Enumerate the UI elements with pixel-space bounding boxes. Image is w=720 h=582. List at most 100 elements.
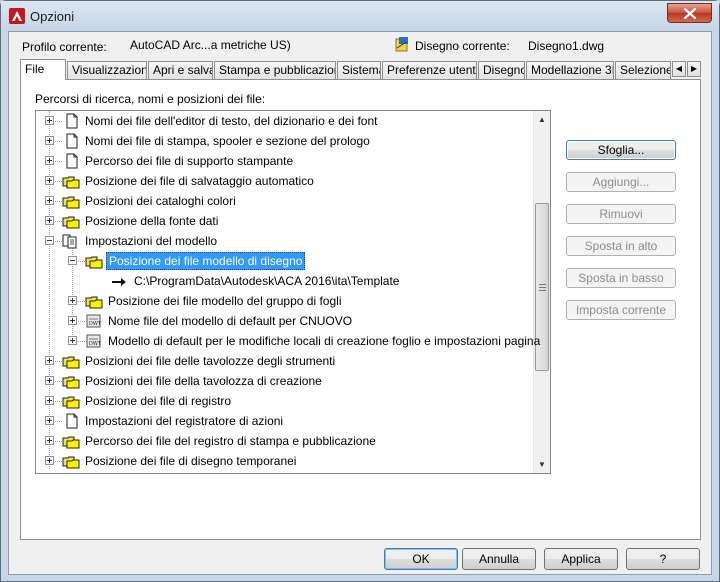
collapse-icon[interactable] [68, 256, 77, 265]
apply-button[interactable]: Applica [544, 548, 618, 570]
add-button[interactable]: Aggiungi... [566, 172, 676, 192]
tab-visualizzazione[interactable]: Visualizzazione [67, 61, 147, 79]
dwt-file-icon: DWT [85, 333, 103, 349]
tree-item-label: Posizione dei file di salvataggio automa… [85, 174, 314, 188]
expand-icon[interactable] [45, 436, 54, 445]
document-icon [62, 113, 80, 129]
tree-item[interactable]: Posizione dei file di registro [36, 391, 534, 411]
expand-icon[interactable] [45, 136, 54, 145]
tree-item[interactable]: Nomi dei file di stampa, spooler e sezio… [36, 131, 534, 151]
tree-item[interactable]: Impostazioni del modello [36, 231, 534, 251]
tab-scroll-right-button[interactable]: ▶ [687, 61, 701, 77]
tab-selezione[interactable]: Selezione [615, 61, 671, 79]
tree-item[interactable]: Posizione dei file di salvataggio automa… [36, 171, 534, 191]
tree-item[interactable]: Impostazioni del registratore di azioni [36, 411, 534, 431]
tree-item[interactable]: Posizioni dei file delle tavolozze degli… [36, 351, 534, 371]
tree-item-label: C:\ProgramData\Autodesk\ACA 2016\ita\Tem… [134, 274, 400, 288]
tree-item-label: Posizioni dei file della tavolozza di cr… [85, 374, 322, 388]
tree-item[interactable]: Nomi dei file dell'editor di testo, del … [36, 111, 534, 131]
expand-icon[interactable] [45, 176, 54, 185]
expand-icon[interactable] [68, 336, 77, 345]
tree-item[interactable]: Percorso dei file del registro di stampa… [36, 431, 534, 451]
expand-icon[interactable] [68, 316, 77, 325]
remove-button[interactable]: Rimuovi [566, 204, 676, 224]
grip-icon [539, 284, 546, 291]
expand-icon[interactable] [45, 216, 54, 225]
path-arrow-icon [111, 273, 129, 289]
tab-scroll-left-button[interactable]: ◀ [672, 61, 686, 77]
tab-file[interactable]: File [20, 59, 66, 80]
tree-item-selected[interactable]: Posizione dei file modello di disegno [36, 251, 534, 271]
tree-connector [55, 121, 62, 122]
template-settings-icon [62, 233, 80, 249]
close-button[interactable] [667, 3, 712, 23]
tree-connector [78, 301, 85, 302]
tree-item-label: Posizioni dei file delle tavolozze degli… [85, 354, 336, 368]
expand-icon[interactable] [45, 196, 54, 205]
tab-stampa-e-pubblicazione[interactable]: Stampa e pubblicazione [214, 61, 336, 79]
close-icon [683, 7, 696, 19]
search-paths-tree[interactable]: ▲ ▼ Nomi dei file dell'editor di testo, … [35, 110, 551, 474]
current-profile-label: Profilo corrente: [22, 40, 107, 54]
move-down-button[interactable]: Sposta in basso [566, 268, 676, 288]
expand-icon[interactable] [45, 396, 54, 405]
document-icon [62, 133, 80, 149]
expand-icon[interactable] [45, 456, 54, 465]
help-button[interactable]: ? [626, 548, 700, 570]
search-paths-heading: Percorsi di ricerca, nomi e posizioni de… [35, 92, 266, 106]
title-bar[interactable]: Opzioni [1, 1, 719, 31]
tree-item-label: Percorso dei file di supporto stampante [85, 154, 294, 168]
tree-item[interactable]: Posizioni dei cataloghi colori [36, 191, 534, 211]
folders-icon [62, 373, 80, 389]
tab-modellazione-3d[interactable]: Modellazione 3D [526, 61, 614, 79]
tree-item[interactable]: C:\ProgramData\Autodesk\ACA 2016\ita\Tem… [36, 271, 534, 291]
expand-icon[interactable] [45, 156, 54, 165]
tree-item-label: Impostazioni del modello [85, 234, 218, 248]
tree-item-label: Posizioni dei cataloghi colori [85, 194, 236, 208]
collapse-icon[interactable] [45, 236, 54, 245]
tab-preferenze-utente[interactable]: Preferenze utente [382, 61, 477, 79]
tree-connector [55, 181, 62, 182]
expand-icon[interactable] [45, 116, 54, 125]
expand-icon[interactable] [45, 356, 54, 365]
tree-item[interactable]: Posizione dei file modello del gruppo di… [36, 291, 534, 311]
folders-icon [62, 193, 80, 209]
move-up-button[interactable]: Sposta in alto [566, 236, 676, 256]
tree-connector [55, 441, 62, 442]
tree-item-label: Posizione dei file di disegno temporanei [85, 454, 297, 468]
tree-item[interactable]: Posizione della fonte dati [36, 211, 534, 231]
tree-item[interactable]: DWT Modello di default per le modifiche l… [36, 331, 540, 351]
document-icon [62, 413, 80, 429]
browse-button[interactable]: Sfoglia... [566, 140, 676, 160]
tree-connector [55, 241, 62, 242]
expand-icon[interactable] [45, 376, 54, 385]
tab-apri-e-salva[interactable]: Apri e salva [148, 61, 213, 79]
tree-connector [55, 461, 62, 462]
dwt-file-icon: DWT [85, 313, 103, 329]
tree-item[interactable]: DWT Nome file del modello di default per … [36, 311, 534, 331]
tab-sistema[interactable]: Sistema [337, 61, 381, 79]
cancel-button[interactable]: Annulla [462, 548, 536, 570]
tree-item-label: Nome file del modello di default per CNU… [108, 314, 353, 328]
drawing-file-icon [395, 37, 408, 52]
file-tab-panel: Percorsi di ricerca, nomi e posizioni de… [20, 79, 701, 540]
tree-item-label: Impostazioni del registratore di azioni [85, 414, 284, 428]
chevron-left-icon: ◀ [675, 64, 683, 73]
tree-connector [55, 401, 62, 402]
tree-item[interactable]: Percorso dei file di supporto stampante [36, 151, 534, 171]
current-profile-value: AutoCAD Arc...a metriche US) [130, 38, 291, 52]
tree-item-label: Nomi dei file dell'editor di testo, del … [85, 114, 378, 128]
ok-button[interactable]: OK [384, 548, 458, 570]
expand-icon[interactable] [45, 416, 54, 425]
scroll-down-button[interactable]: ▼ [534, 456, 550, 473]
tab-disegno[interactable]: Disegno [478, 61, 525, 79]
tree-vertical-scrollbar[interactable]: ▲ ▼ [533, 111, 550, 473]
set-current-button[interactable]: Imposta corrente [566, 300, 676, 320]
tree-item[interactable]: Posizione dei file di disegno temporanei [36, 451, 534, 471]
tree-connector [78, 261, 85, 262]
tree-connector [55, 381, 62, 382]
profile-row: Profilo corrente: AutoCAD Arc...a metric… [9, 32, 711, 56]
scroll-up-button[interactable]: ▲ [534, 111, 550, 128]
tree-item[interactable]: Posizioni dei file della tavolozza di cr… [36, 371, 534, 391]
expand-icon[interactable] [68, 296, 77, 305]
